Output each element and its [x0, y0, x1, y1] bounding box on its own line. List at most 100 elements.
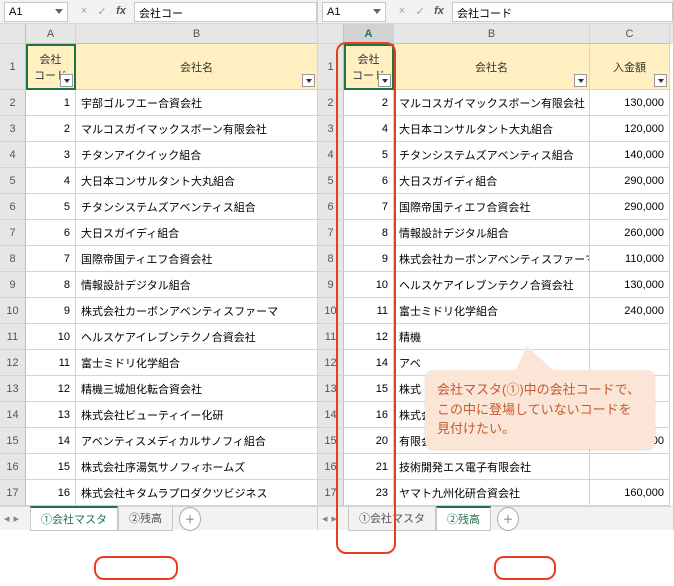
row-header[interactable]: 1 — [0, 44, 26, 90]
cell-name[interactable]: 株式会社キタムラプロダクツビジネス — [76, 480, 318, 506]
fx-icon[interactable]: fx — [112, 5, 130, 18]
cell-name[interactable]: 大日本コンサルタント大丸組合 — [394, 116, 590, 142]
cell-name[interactable]: 国際帝国ティエフ合資会社 — [394, 194, 590, 220]
col-header-A[interactable]: A — [26, 24, 76, 44]
col-header-A[interactable]: A — [344, 24, 394, 44]
row-header[interactable]: 7 — [0, 220, 26, 246]
row-header[interactable]: 13 — [318, 376, 344, 402]
cell-code[interactable]: 14 — [344, 350, 394, 376]
cell-code[interactable]: 6 — [344, 168, 394, 194]
sheet-tab[interactable]: ②残高 — [118, 507, 173, 531]
cell-name[interactable]: マルコスガイマックスボーン有限会社 — [76, 116, 318, 142]
cell-code[interactable]: 16 — [344, 402, 394, 428]
cell-code[interactable]: 9 — [26, 298, 76, 324]
cell-code[interactable]: 20 — [344, 428, 394, 454]
name-box[interactable]: A1 — [322, 2, 386, 22]
cell-name[interactable]: ヘルスケアイレブンテクノ合資会社 — [76, 324, 318, 350]
cell-code[interactable]: 12 — [344, 324, 394, 350]
cell-name[interactable]: 大日本コンサルタント大丸組合 — [76, 168, 318, 194]
row-header[interactable]: 4 — [0, 142, 26, 168]
cell-code[interactable]: 10 — [26, 324, 76, 350]
cell-name[interactable]: 株式会社カーボンアベンティスファーマ — [394, 246, 590, 272]
cell-name[interactable]: 宇部ゴルフエー合資会社 — [76, 90, 318, 116]
chevron-down-icon[interactable] — [373, 9, 381, 14]
cell-code[interactable]: 13 — [26, 402, 76, 428]
row-header[interactable]: 5 — [0, 168, 26, 194]
row-header[interactable]: 17 — [0, 480, 26, 506]
cell-name[interactable]: チタンシステムズアベンティス組合 — [76, 194, 318, 220]
cell-amount[interactable]: 290,000 — [590, 194, 670, 220]
cell-name[interactable]: 株式会社序湯気サノフィホームズ — [76, 454, 318, 480]
cell-code[interactable]: 16 — [26, 480, 76, 506]
cell-code[interactable]: 5 — [344, 142, 394, 168]
cell-name[interactable]: 富士ミドリ化学組合 — [76, 350, 318, 376]
cell-code[interactable]: 10 — [344, 272, 394, 298]
cell-code[interactable]: 4 — [344, 116, 394, 142]
cell-amount[interactable]: 140,000 — [590, 142, 670, 168]
row-header[interactable]: 11 — [0, 324, 26, 350]
formula-input[interactable]: 会社コー — [134, 2, 317, 22]
cell-code[interactable]: 8 — [344, 220, 394, 246]
cell-name[interactable]: 情報設計デジタル組合 — [76, 272, 318, 298]
row-header[interactable]: 14 — [318, 402, 344, 428]
fx-icon[interactable]: fx — [430, 5, 448, 18]
cell-amount[interactable]: 290,000 — [590, 168, 670, 194]
col-header-B[interactable]: B — [394, 24, 590, 44]
row-header[interactable]: 6 — [318, 194, 344, 220]
row-header[interactable]: 12 — [0, 350, 26, 376]
row-header[interactable]: 5 — [318, 168, 344, 194]
tab-prev-icon[interactable]: ◂ — [322, 512, 328, 525]
cell-code[interactable]: 12 — [26, 376, 76, 402]
row-header[interactable]: 10 — [318, 298, 344, 324]
col-header-B[interactable]: B — [76, 24, 318, 44]
cell-code[interactable]: 11 — [344, 298, 394, 324]
cell-amount[interactable]: 120,000 — [590, 116, 670, 142]
row-header[interactable]: 3 — [318, 116, 344, 142]
filter-icon[interactable] — [654, 74, 667, 87]
cell-name[interactable]: チタンアイクイック組合 — [76, 142, 318, 168]
sheet-tab[interactable]: ②残高 — [436, 506, 491, 531]
filter-icon[interactable] — [302, 74, 315, 87]
sheet-tab[interactable]: ①会社マスタ — [348, 507, 436, 531]
filter-icon[interactable] — [378, 74, 391, 87]
row-header[interactable]: 2 — [0, 90, 26, 116]
row-header[interactable]: 16 — [0, 454, 26, 480]
row-header[interactable]: 3 — [0, 116, 26, 142]
cell-name[interactable]: 大日スガイディ組合 — [76, 220, 318, 246]
select-all-corner[interactable] — [318, 24, 344, 44]
row-header[interactable]: 8 — [0, 246, 26, 272]
select-all-corner[interactable] — [0, 24, 26, 44]
cell-name[interactable]: 精機 — [394, 324, 590, 350]
cell-amount[interactable] — [590, 324, 670, 350]
cell-name[interactable]: 情報設計デジタル組合 — [394, 220, 590, 246]
cell-name[interactable]: ヘルスケアイレブンテクノ合資会社 — [394, 272, 590, 298]
cell-name[interactable]: 国際帝国ティエフ合資会社 — [76, 246, 318, 272]
chevron-down-icon[interactable] — [55, 9, 63, 14]
row-header[interactable]: 10 — [0, 298, 26, 324]
row-header[interactable]: 7 — [318, 220, 344, 246]
header-cell-name[interactable]: 会社名 — [394, 44, 590, 90]
row-header[interactable]: 14 — [0, 402, 26, 428]
cell-code[interactable]: 11 — [26, 350, 76, 376]
cell-name[interactable]: 株式会社カーボンアベンティスファーマ — [76, 298, 318, 324]
header-cell-amount[interactable]: 入金額 — [590, 44, 670, 90]
tab-next-icon[interactable]: ▸ — [14, 512, 20, 525]
row-header[interactable]: 16 — [318, 454, 344, 480]
cell-code[interactable]: 21 — [344, 454, 394, 480]
cell-name[interactable]: チタンシステムズアベンティス組合 — [394, 142, 590, 168]
row-header[interactable]: 13 — [0, 376, 26, 402]
cell-amount[interactable]: 240,000 — [590, 298, 670, 324]
sheet-tab[interactable]: ①会社マスタ — [30, 506, 118, 531]
name-box[interactable]: A1 — [4, 2, 68, 22]
row-header[interactable]: 15 — [318, 428, 344, 454]
cell-name[interactable]: 技術開発エス電子有限会社 — [394, 454, 590, 480]
cell-code[interactable]: 6 — [26, 220, 76, 246]
cell-name[interactable]: 株式会社ビューティイー化研 — [76, 402, 318, 428]
row-header[interactable]: 9 — [318, 272, 344, 298]
cell-name[interactable]: 富士ミドリ化学組合 — [394, 298, 590, 324]
filter-icon[interactable] — [60, 74, 73, 87]
cell-code[interactable]: 2 — [26, 116, 76, 142]
add-sheet-button[interactable]: ＋ — [497, 507, 519, 531]
header-cell-code[interactable]: 会社 コード — [26, 44, 76, 90]
cell-name[interactable]: マルコスガイマックスボーン有限会社 — [394, 90, 590, 116]
